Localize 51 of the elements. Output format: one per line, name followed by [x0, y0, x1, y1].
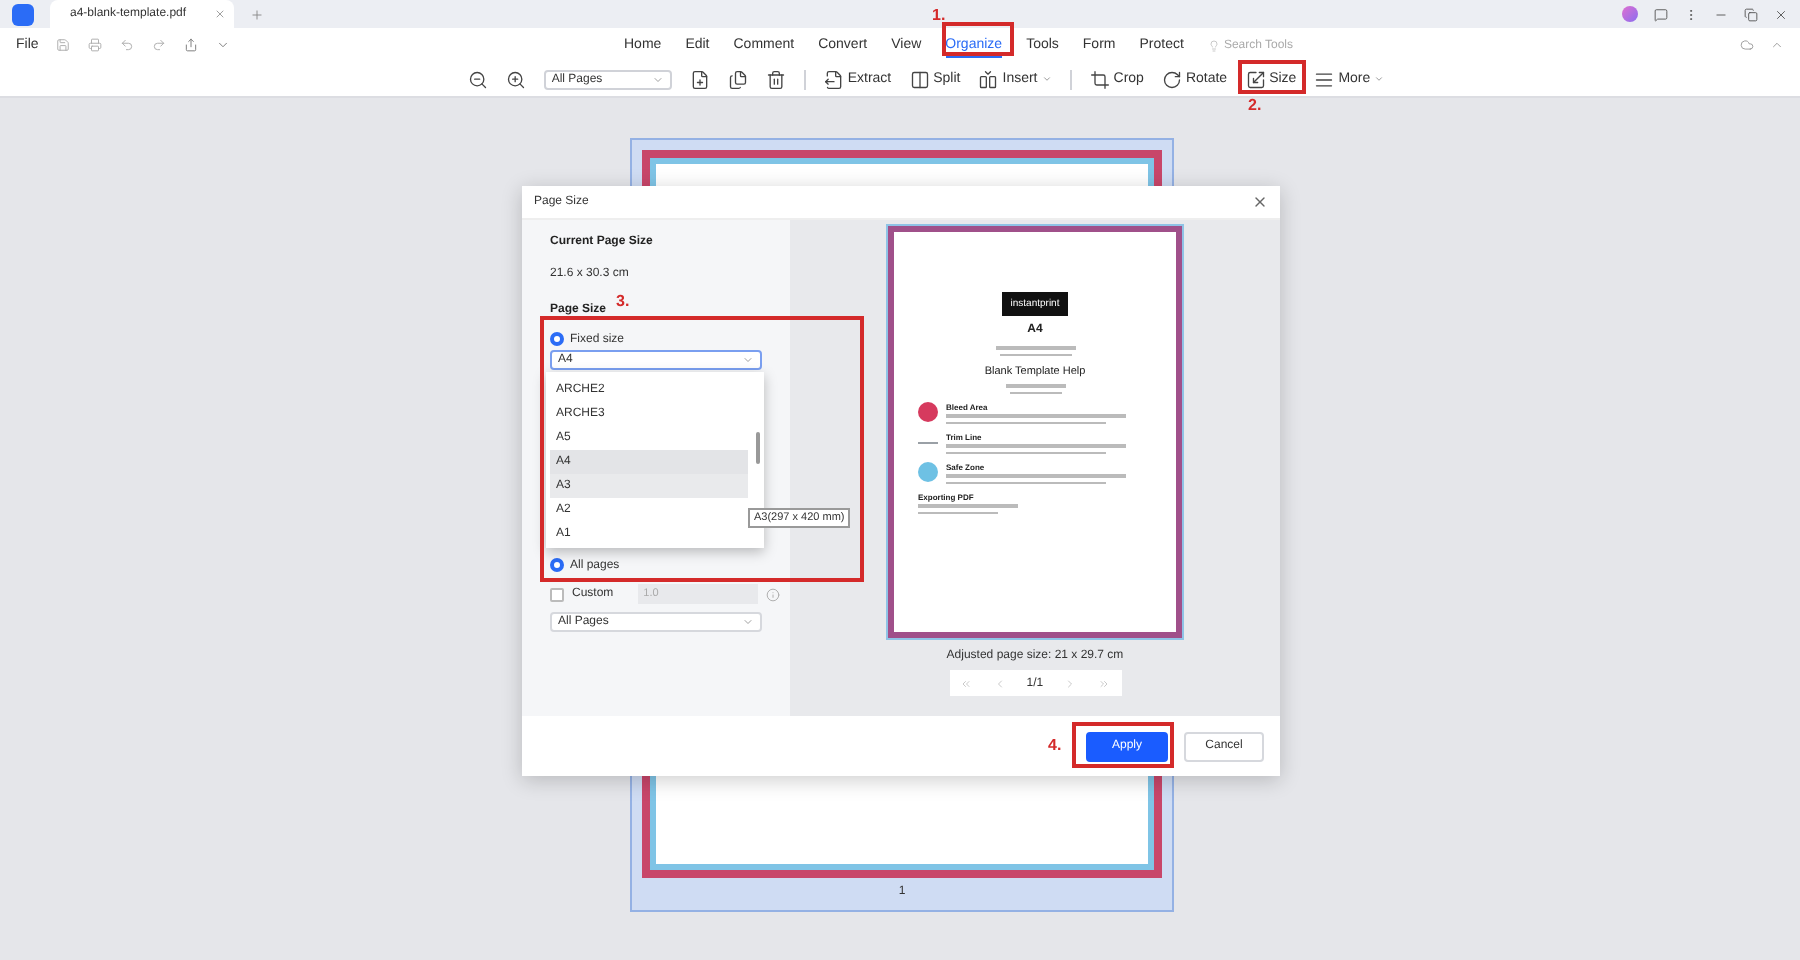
next-icon	[1064, 677, 1077, 689]
redo-icon	[152, 38, 167, 52]
insert-columns-icon	[978, 69, 999, 89]
zoom-out-icon	[467, 69, 488, 89]
checkbox[interactable]	[550, 587, 564, 601]
rotate-icon	[1161, 69, 1182, 89]
previous-icon	[993, 677, 1006, 689]
print-icon	[88, 38, 103, 52]
radio-button[interactable]	[550, 558, 564, 572]
step-number: 3.	[616, 292, 630, 310]
plus-icon	[250, 7, 264, 21]
share-icon	[184, 38, 199, 52]
save-icon	[56, 38, 71, 52]
chevron-down-icon	[651, 73, 664, 85]
step-number: 1.	[932, 6, 946, 24]
resize-icon	[1245, 69, 1266, 89]
undo-icon	[120, 38, 135, 52]
radio-button[interactable]	[550, 332, 564, 346]
restore-icon	[1744, 7, 1758, 21]
zoom-in-icon	[505, 69, 526, 89]
lightbulb-icon	[1207, 39, 1220, 51]
chevron-up-icon	[1770, 38, 1784, 52]
columns-icon	[909, 69, 930, 89]
chevron-down-icon	[742, 616, 754, 628]
trash-icon	[765, 69, 786, 89]
app-logo-icon	[12, 3, 34, 25]
step-number: 4.	[1048, 736, 1062, 754]
toolbar-icon[interactable]	[689, 69, 710, 89]
toolbar-icon[interactable]	[765, 69, 786, 89]
page-plus-icon	[689, 69, 710, 89]
chevron-down-icon	[216, 38, 231, 52]
chevron-down-icon	[742, 354, 754, 366]
highlight-frame	[942, 22, 1014, 56]
toolbar-icon[interactable]	[467, 69, 488, 89]
message-icon	[1654, 7, 1668, 21]
info-icon	[765, 587, 780, 601]
cloud-icon	[1740, 38, 1754, 52]
close-icon	[214, 8, 226, 20]
toolbar-icon[interactable]	[505, 69, 526, 89]
scrollbar-thumb[interactable]	[756, 432, 760, 464]
toolbar-icon[interactable]	[727, 69, 748, 89]
highlight-frame	[1238, 60, 1306, 94]
lines-icon	[1314, 69, 1335, 89]
page-export-icon	[823, 69, 844, 89]
highlight-frame	[1072, 722, 1174, 768]
crop-icon	[1089, 69, 1110, 89]
avatar-circle[interactable]	[1622, 6, 1638, 22]
pages-icon	[727, 69, 748, 89]
close-icon	[1774, 7, 1788, 21]
step-number: 2.	[1248, 96, 1262, 114]
close-button[interactable]	[1252, 194, 1268, 210]
